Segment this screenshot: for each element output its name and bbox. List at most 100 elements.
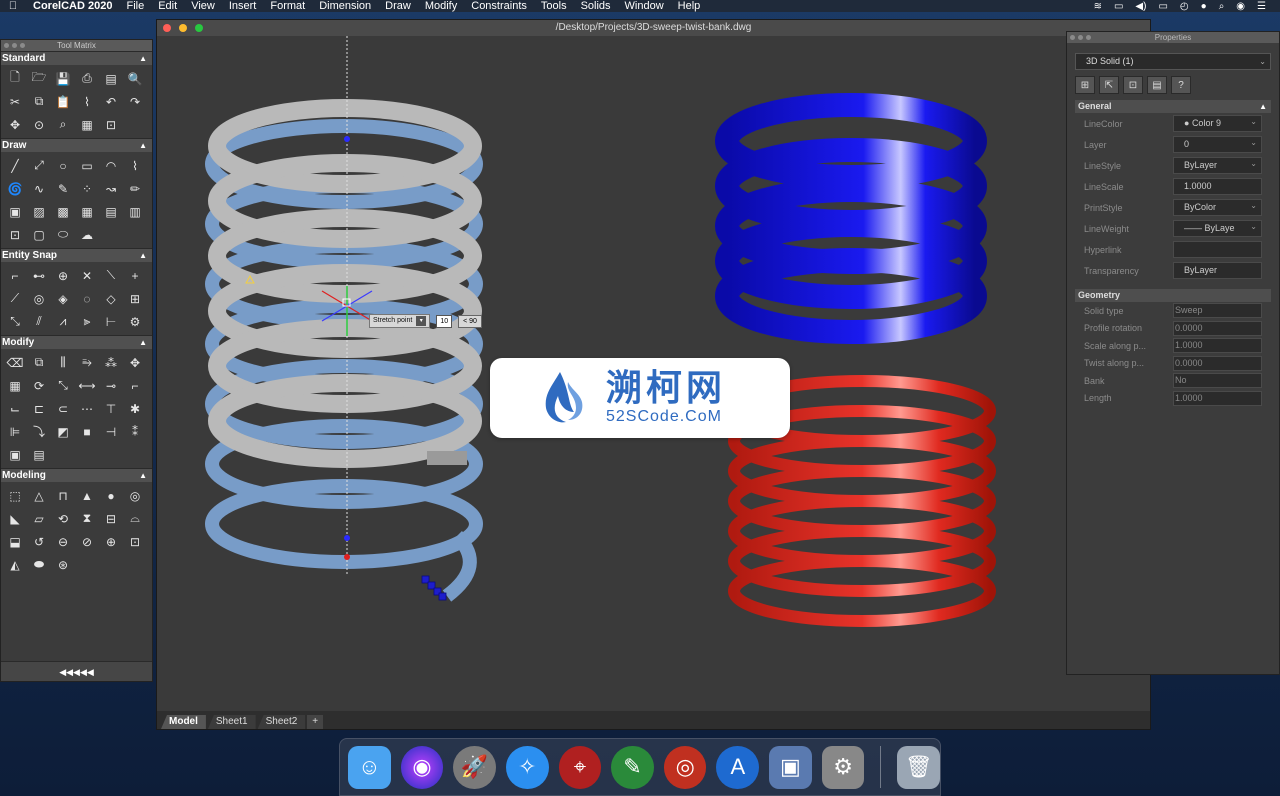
mirror-icon[interactable]: ⫼ [51,351,75,374]
sweep-icon[interactable]: ⊟ [99,507,123,530]
torus-icon[interactable]: ◎ [123,484,147,507]
copy-icon[interactable]: ⧉ [27,90,51,113]
thicken-icon[interactable]: ◭ [3,553,27,576]
new-icon[interactable]: 🗋 [3,67,27,90]
preview-icon[interactable]: 🔍 [123,67,147,90]
offset-icon[interactable]: ⥱ [75,351,99,374]
grip-top[interactable] [344,136,350,142]
panel-window-controls[interactable] [1070,35,1091,40]
safari-icon[interactable]: ✧ [505,745,549,789]
snap-center-icon[interactable]: ⊕ [51,264,75,287]
tab-sheet2[interactable]: Sheet2 [257,715,306,729]
menu-insert[interactable]: Insert [222,0,264,12]
cone-icon[interactable]: △ [27,484,51,507]
menu-modify[interactable]: Modify [418,0,464,12]
pattern-icon[interactable]: ⁂ [99,351,123,374]
menu-view[interactable]: View [184,0,222,12]
line-color-select[interactable]: ● Color 9 [1173,115,1262,132]
cloud-icon[interactable]: ☁ [75,223,99,246]
cut-icon[interactable]: ✂ [3,90,27,113]
line-style-select[interactable]: ByLayer [1173,157,1262,174]
screenshot-icon[interactable]: ◎ [663,745,707,789]
pyramid-icon[interactable]: ▲ [75,484,99,507]
menu-format[interactable]: Format [263,0,312,12]
ellipse-icon[interactable]: ⬭ [51,223,75,246]
menu-dimension[interactable]: Dimension [312,0,378,12]
app-menu[interactable]: CorelCAD 2020 [26,0,119,12]
twist-along-path-field[interactable]: 0.0000 [1173,355,1262,371]
section-modify-header[interactable]: Modify ▲ [1,335,152,349]
toggle-pickadd-icon[interactable]: ▤ [1147,76,1167,94]
pan-icon[interactable]: ✥ [3,113,27,136]
trash-icon[interactable]: 🗑 [897,745,941,789]
zoom-extents-icon[interactable]: ⊡ [99,113,123,136]
text-icon[interactable]: ▤ [99,200,123,223]
tab-sheet1[interactable]: Sheet1 [207,715,256,729]
edit-hatch-icon[interactable]: ◩ [51,420,75,443]
arc-icon[interactable]: ◠ [99,154,123,177]
field-icon[interactable]: ▥ [123,200,147,223]
trim-icon[interactable]: ⌐ [123,374,147,397]
block-icon[interactable]: ▣ [3,200,27,223]
transparency-field[interactable]: ByLayer [1173,262,1262,279]
open-icon[interactable]: 🗁 [27,67,51,90]
menu-edit[interactable]: Edit [151,0,184,12]
section-modeling-header[interactable]: Modeling ▲ [1,468,152,482]
line-icon[interactable]: ╱ [3,154,27,177]
volume-icon[interactable]: ◀) [1135,1,1146,12]
solid-type-field[interactable]: Sweep [1173,303,1262,319]
box-icon[interactable]: ⬚ [3,484,27,507]
grip-base[interactable] [344,535,350,541]
chevron-down-icon[interactable]: ▾ [416,316,427,326]
app-store-icon[interactable]: A [716,745,760,789]
globe-icon[interactable]: ⊛ [51,553,75,576]
collapse-triangle-icon[interactable]: ▲ [139,249,147,263]
scale-along-path-field[interactable]: 1.0000 [1173,338,1262,354]
fillet-icon[interactable]: ⊤ [99,397,123,420]
user-icon[interactable]: ● [1201,1,1207,12]
notification-center-icon[interactable]: ☰ [1257,1,1266,12]
infinite-line-icon[interactable]: ⤢ [27,154,51,177]
zoom-window-icon[interactable] [195,24,203,32]
launchpad-icon[interactable]: 🚀 [453,745,496,789]
select-all-icon[interactable]: ⊞ [1075,76,1095,94]
section-standard-header[interactable]: Standard ▲ [1,51,152,65]
snap-apparent-icon[interactable]: ⤡ [3,310,27,333]
edit-block-icon[interactable]: ■ [75,420,99,443]
match-properties-icon[interactable]: ⌇ [75,90,99,113]
slice-icon[interactable]: ⌓ [123,507,147,530]
spotlight-icon[interactable]: ⌕ [1219,1,1225,12]
spiral-icon[interactable]: 🌀 [3,177,27,200]
sketch-icon[interactable]: ✎ [51,177,75,200]
grip-base-origin[interactable] [344,554,350,560]
system-preferences-icon[interactable]: ⚙ [821,745,865,789]
collapse-triangle-icon[interactable]: ▲ [1259,100,1267,113]
menu-solids[interactable]: Solids [574,0,618,12]
pencil-icon[interactable]: ✏ [123,177,147,200]
hatch-icon[interactable]: ▨ [27,200,51,223]
erase-icon[interactable]: ⌫ [3,351,27,374]
time-machine-icon[interactable]: ◴ [1180,1,1189,12]
snap-mid-between-icon[interactable]: ⩘ [51,310,75,333]
collapse-triangle-icon[interactable]: ▲ [139,139,147,153]
entity-selector[interactable]: 3D Solid (1) ⌄ [1075,53,1271,70]
preview-helix[interactable] [205,119,483,602]
select-entities-icon[interactable]: ⇱ [1099,76,1119,94]
wifi-icon[interactable]: ≋ [1094,1,1102,12]
menu-tools[interactable]: Tools [534,0,574,12]
blue-sweep-helix[interactable] [715,93,987,344]
paste-icon[interactable]: 📋 [51,90,75,113]
copy-entity-icon[interactable]: ⧉ [27,351,51,374]
general-section-header[interactable]: General ▲ [1075,100,1271,113]
union-icon[interactable]: ⬓ [3,530,27,553]
sphere-icon[interactable]: ● [99,484,123,507]
end-grips[interactable] [421,575,447,601]
edit-polyline-icon[interactable]: ⊫ [3,420,27,443]
panel-window-controls[interactable] [4,43,25,48]
extend-icon[interactable]: ⌙ [3,397,27,420]
region-icon[interactable]: ⊡ [3,223,27,246]
section-draw-header[interactable]: Draw ▲ [1,138,152,152]
layer-select[interactable]: 0 [1173,136,1262,153]
snap-track-icon[interactable]: ⫸ [75,310,99,333]
stretch-icon[interactable]: ⟷ [75,374,99,397]
